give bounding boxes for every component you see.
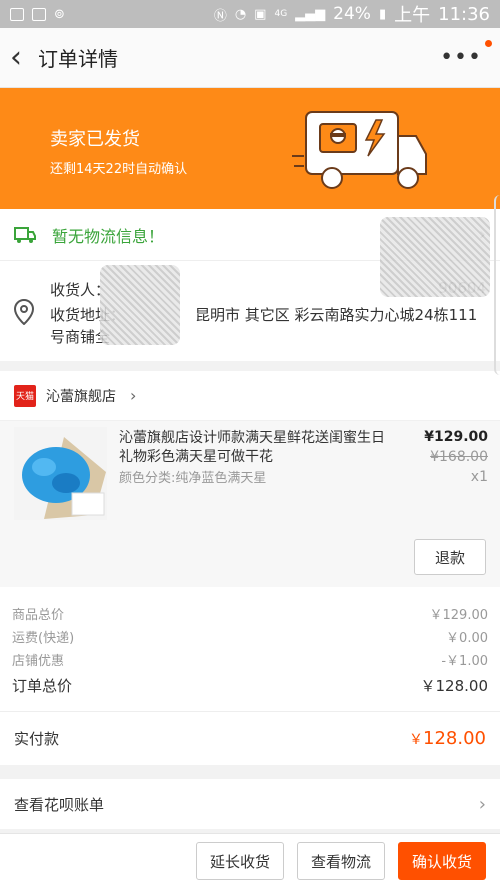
product-title[interactable]: 沁蕾旗舰店设计师款满天星鲜花送闺蜜生日礼物彩色满天星可做干花 xyxy=(119,429,395,467)
privacy-scribble xyxy=(100,265,180,345)
shop-name: 沁蕾旗舰店 xyxy=(46,388,116,405)
signal-icon: ▂▄▆ xyxy=(295,6,326,22)
tmall-logo-icon: 天猫 xyxy=(14,384,36,407)
battery-icon: ▮ xyxy=(378,6,387,22)
summary-value: -￥1.00 xyxy=(441,654,488,669)
product-sku: 颜色分类:纯净蓝色满天星 xyxy=(119,471,267,486)
shipping-address: 收货人： 90604 收货地址：昆明市 其它区 彩云南路实力心城24栋111 号… xyxy=(0,217,500,361)
privacy-scribble xyxy=(380,217,490,297)
actual-payment-label: 实付款 xyxy=(14,730,60,748)
chevron-right-icon: › xyxy=(130,386,137,405)
status-left-icons: ⊚ xyxy=(10,7,65,22)
confirm-receipt-button[interactable]: 确认收货 xyxy=(398,842,486,880)
summary-row-total: 订单总价 ￥128.00 xyxy=(12,675,488,696)
actual-payment-row: 实付款 ￥128.00 xyxy=(0,711,500,765)
actual-payment-amount: ￥128.00 xyxy=(409,728,486,749)
notification-dot xyxy=(485,40,492,47)
view-logistics-button[interactable]: 查看物流 xyxy=(297,842,385,880)
location-pin-icon xyxy=(14,299,34,325)
gallery-notification-icon xyxy=(32,7,46,21)
truck-icon xyxy=(14,226,36,243)
order-total-value: ￥128.00 xyxy=(420,677,489,695)
photo-notification-icon xyxy=(10,7,24,21)
summary-value: ￥0.00 xyxy=(446,631,488,646)
nfc-icon: Ⓝ xyxy=(213,8,227,24)
product-price: ¥129.00 xyxy=(424,429,488,445)
huabei-bill-label: 查看花呗账单 xyxy=(14,795,105,814)
summary-row-shipping: 运费(快递) ￥0.00 xyxy=(12,627,488,646)
summary-label: 运费(快递) xyxy=(12,631,75,646)
summary-row-subtotal: 商品总价 ￥129.00 xyxy=(12,604,488,623)
nav-bar: ‹ 订单详情 ••• xyxy=(0,28,500,88)
product-quantity: x1 xyxy=(470,469,488,485)
address-line1: 昆明市 其它区 彩云南路实力心城24栋111 xyxy=(195,306,478,324)
edge-panel-handle[interactable] xyxy=(494,195,500,375)
logistics-text: 暂无物流信息！ xyxy=(52,226,165,246)
huabei-bill-row[interactable]: 查看花呗账单 › xyxy=(0,779,500,829)
battery-percent: 24% xyxy=(333,4,371,24)
product-original-price: ¥168.00 xyxy=(430,449,488,465)
wifi-icon: ◔ xyxy=(234,6,247,22)
summary-value: ￥129.00 xyxy=(429,608,489,623)
order-status-text: 卖家已发货 xyxy=(50,129,140,150)
extend-receipt-button[interactable]: 延长收货 xyxy=(196,842,284,880)
sync-icon: ⊚ xyxy=(54,6,65,22)
order-total-label: 订单总价 xyxy=(12,677,73,695)
order-status-banner: 卖家已发货 还剩14天22时自动确认 xyxy=(0,88,500,209)
product-thumbnail[interactable] xyxy=(14,427,107,520)
summary-label: 店铺优惠 xyxy=(12,654,65,669)
currency-symbol: ￥ xyxy=(409,732,424,748)
refund-button[interactable]: 退款 xyxy=(414,539,486,575)
price-summary: 商品总价 ￥129.00 运费(快递) ￥0.00 店铺优惠 -￥1.00 订单… xyxy=(0,587,500,711)
delivery-truck-icon xyxy=(292,111,427,189)
bottom-action-bar: 延长收货 查看物流 确认收货 xyxy=(0,833,500,889)
sim-icon: ▣ xyxy=(254,6,267,22)
auto-confirm-countdown: 还剩14天22时自动确认 xyxy=(50,162,188,177)
status-right-icons: Ⓝ ◔ ▣ 4G ▂▄▆ 24% ▮ 上午 11:36 xyxy=(214,1,490,27)
bouquet-image-icon xyxy=(14,427,107,520)
summary-label: 商品总价 xyxy=(12,608,65,623)
network-label: 4G xyxy=(274,9,288,19)
back-icon[interactable]: ‹ xyxy=(10,42,34,73)
clock: 11:36 xyxy=(438,3,490,25)
summary-row-discount: 店铺优惠 -￥1.00 xyxy=(12,650,488,669)
status-bar: ⊚ Ⓝ ◔ ▣ 4G ▂▄▆ 24% ▮ 上午 11:36 xyxy=(0,0,500,28)
more-icon[interactable]: ••• xyxy=(440,45,482,70)
page-title: 订单详情 xyxy=(38,47,118,71)
order-item[interactable]: 沁蕾旗舰店设计师款满天星鲜花送闺蜜生日礼物彩色满天星可做干花 颜色分类:纯净蓝色… xyxy=(0,421,500,587)
chevron-right-icon: › xyxy=(478,793,486,815)
shop-header[interactable]: 天猫 沁蕾旗舰店 › xyxy=(0,371,500,421)
time-prefix: 上午 xyxy=(394,5,431,26)
payment-amount: 128.00 xyxy=(423,728,486,749)
